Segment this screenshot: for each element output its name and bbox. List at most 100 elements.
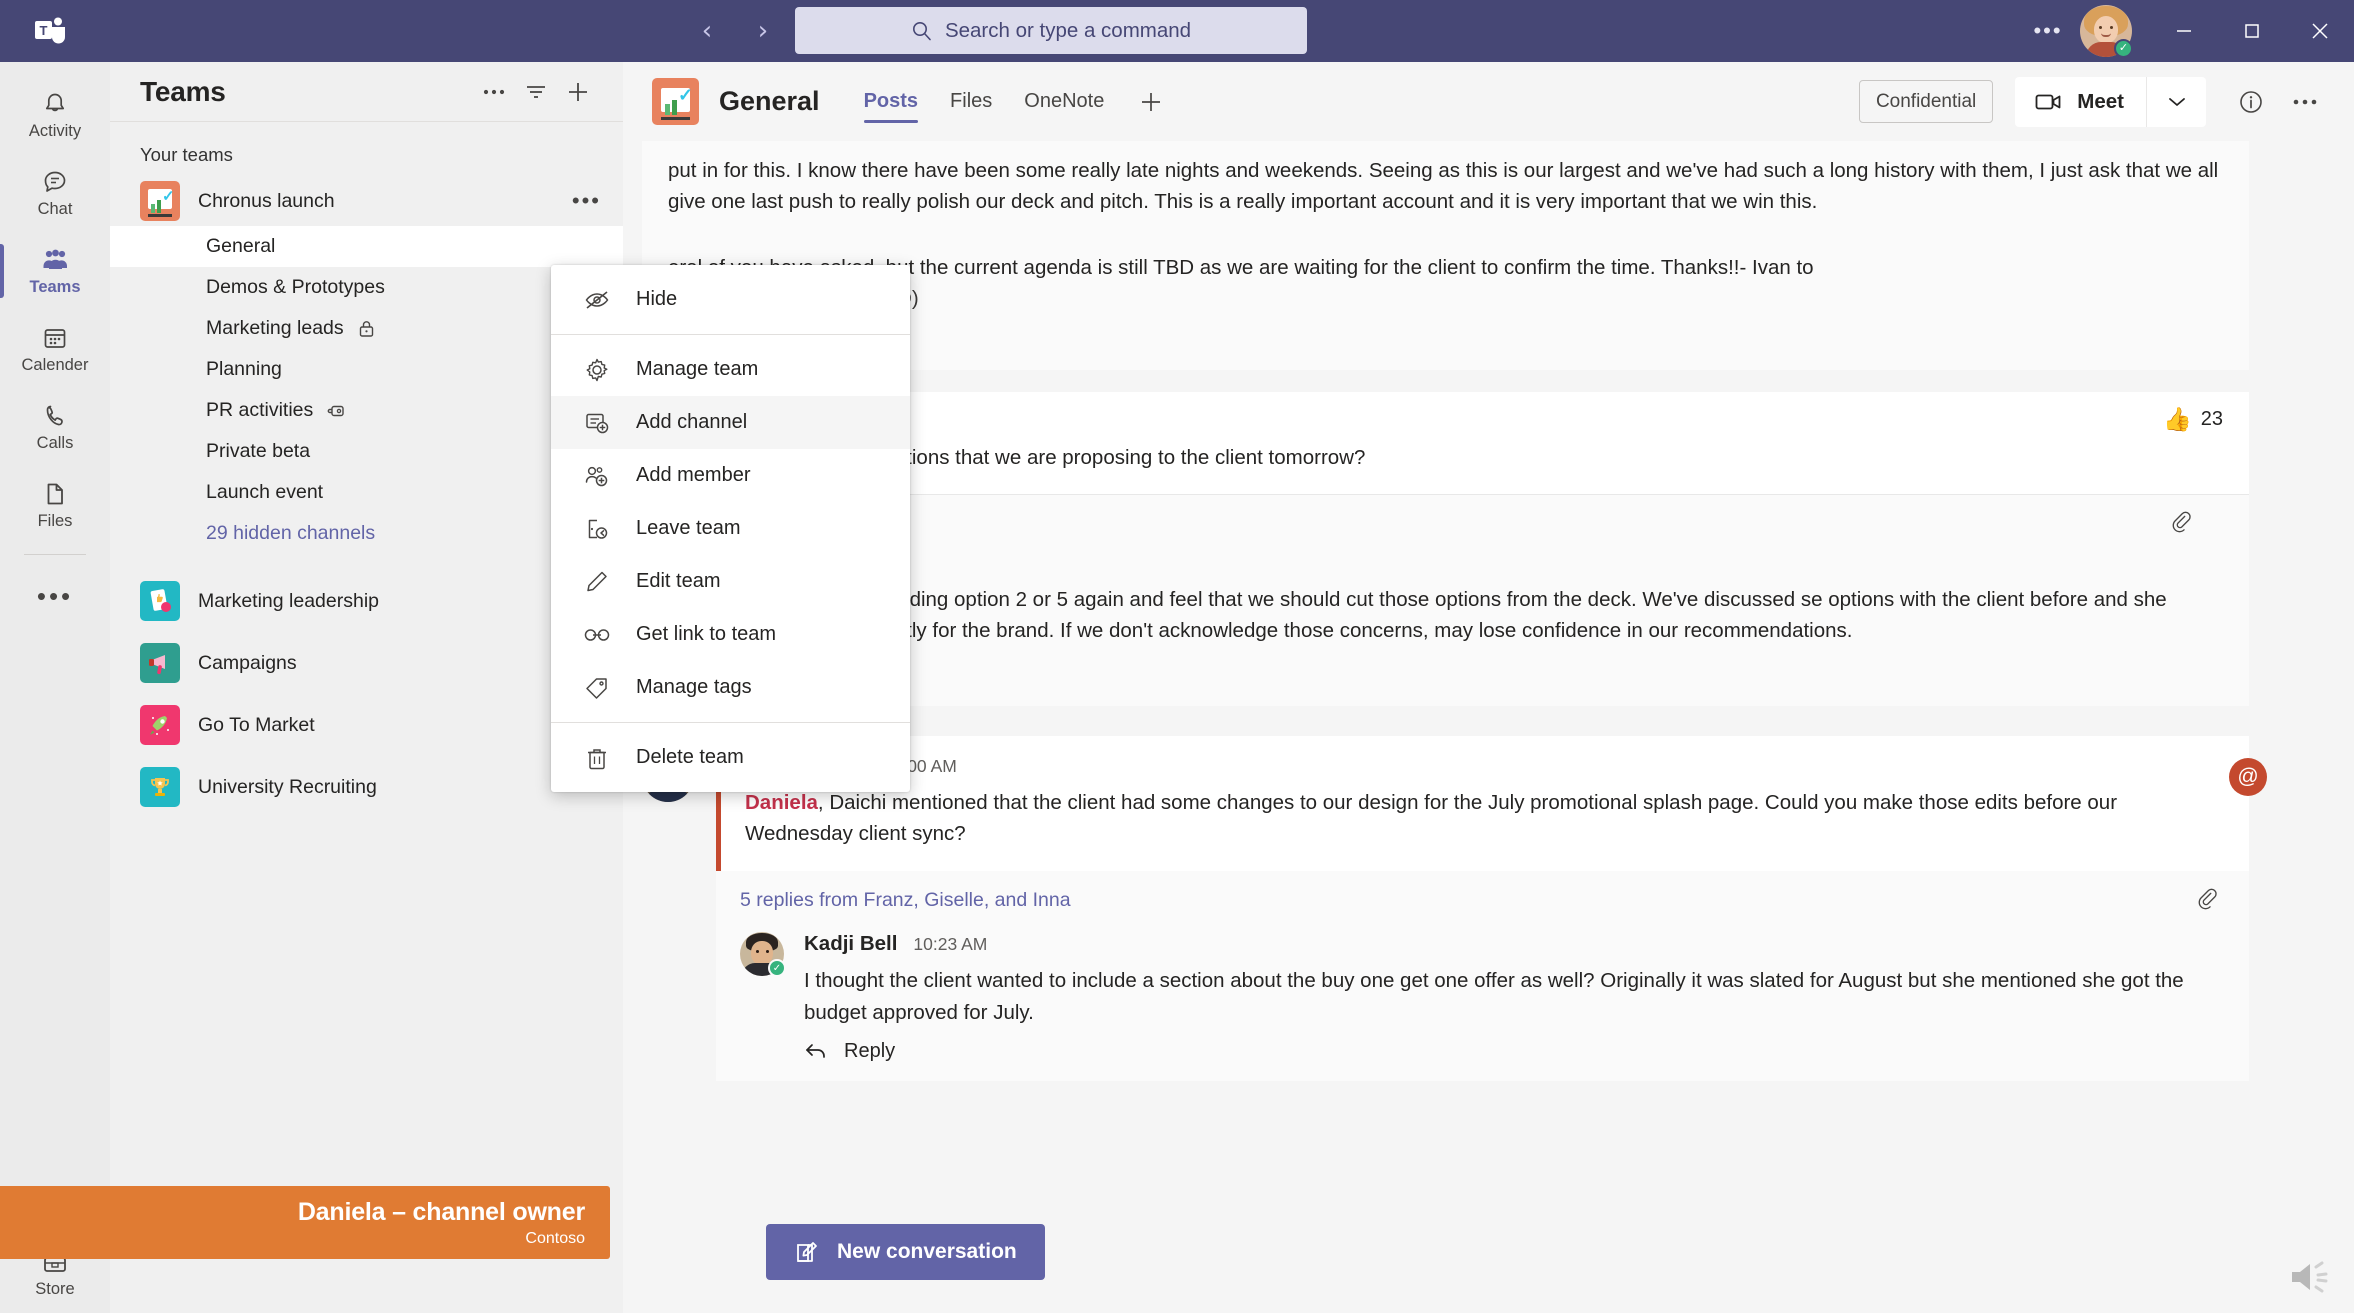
replies-summary-link[interactable]: 5 replies from Franz, Giselle, and Inna	[740, 889, 1071, 911]
context-menu-item-add-member[interactable]: Add member	[551, 449, 910, 502]
sidebar-channel-pr-activities[interactable]: PR activities	[110, 390, 623, 431]
reaction-count: 23	[2200, 408, 2223, 431]
your-teams-label: Your teams	[140, 144, 233, 165]
search-icon	[911, 20, 933, 42]
sidebar-channel-marketing-leads[interactable]: Marketing leads	[110, 308, 623, 349]
message-author: Kadji Bell	[804, 932, 898, 956]
context-menu-label: Hide	[636, 288, 678, 310]
rail-item-chat[interactable]: Chat	[0, 154, 110, 232]
mention-text[interactable]: Daniela	[745, 791, 818, 814]
filter-icon[interactable]	[515, 71, 557, 113]
context-menu-item-add-channel[interactable]: Add channel	[551, 396, 910, 449]
rail-label-files: Files	[37, 512, 73, 530]
reply-button[interactable]: Reply	[804, 1028, 2223, 1067]
message-body: I thought the client wanted to include a…	[804, 969, 2184, 1024]
channel-label: General	[206, 235, 276, 257]
context-menu-label: Add channel	[636, 411, 748, 433]
meet-label: Meet	[2077, 89, 2124, 113]
rail-label-activity: Activity	[28, 122, 82, 140]
channel-more-icon[interactable]	[2278, 75, 2332, 129]
sidebar-hidden-channels-link[interactable]: 29 hidden channels	[110, 513, 623, 554]
team-row-go-to-market[interactable]: Go To Market •••	[110, 700, 623, 750]
svg-text:T: T	[40, 23, 48, 38]
teams-more-icon[interactable]	[473, 71, 515, 113]
add-tab-icon[interactable]	[1120, 89, 1182, 115]
channel-label: Planning	[206, 358, 282, 380]
team-name: University Recruiting	[198, 775, 377, 798]
context-menu-item-leave-team[interactable]: Leave team	[551, 502, 910, 555]
sidebar-channel-launch-event[interactable]: Launch event	[110, 472, 623, 513]
channel-header: ✓ General Posts Files OneNote Confidenti…	[623, 62, 2354, 141]
rail-item-calendar[interactable]: Calender	[0, 310, 110, 388]
new-conversation-label: New conversation	[837, 1240, 1017, 1263]
tab-posts[interactable]: Posts	[848, 73, 934, 131]
titlebar-more-button[interactable]: •••	[2020, 0, 2076, 62]
rail-more-apps-button[interactable]: •••	[0, 565, 110, 627]
forward-button[interactable]: ›	[746, 14, 780, 48]
thumbs-up-icon: 👍	[2163, 406, 2192, 433]
team-name: Marketing leadership	[198, 589, 380, 612]
gear-icon	[584, 357, 610, 383]
team-row-marketing-leadership[interactable]: Marketing leadership	[110, 576, 623, 626]
rail-item-files[interactable]: Files	[0, 466, 110, 544]
minimize-button[interactable]	[2150, 0, 2218, 62]
context-menu-item-delete-team[interactable]: Delete team	[551, 731, 910, 784]
back-button[interactable]: ‹	[690, 14, 724, 48]
channel-header-actions: Confidential Meet	[1858, 75, 2332, 129]
context-menu-item-edit-team[interactable]: Edit team	[551, 555, 910, 608]
channel-label: Launch event	[206, 481, 324, 503]
context-menu-item-manage-team[interactable]: Manage team	[551, 343, 910, 396]
history-nav: ‹ ›	[690, 14, 780, 48]
context-menu-item-manage-tags[interactable]: Manage tags	[551, 661, 910, 714]
context-menu-item-hide[interactable]: Hide	[551, 273, 910, 326]
search-input[interactable]: Search or type a command	[795, 7, 1307, 54]
maximize-button[interactable]	[2218, 0, 2286, 62]
lock-icon	[358, 319, 375, 338]
team-more-icon[interactable]: •••	[572, 188, 601, 214]
presence-available-icon: ✓	[2114, 39, 2133, 58]
compose-icon	[794, 1239, 820, 1265]
link-icon	[584, 627, 610, 643]
rail-item-calls[interactable]: Calls	[0, 388, 110, 466]
channel-label: Private beta	[206, 440, 311, 462]
mention-badge: @	[2229, 757, 2267, 796]
paperclip-icon[interactable]	[2169, 510, 2193, 536]
meet-dropdown-chevron-down-icon[interactable]	[2146, 76, 2206, 127]
reply-label: Reply	[844, 1039, 896, 1062]
paperclip-icon[interactable]	[2195, 887, 2219, 913]
sidebar-channel-private-beta[interactable]: Private beta	[110, 431, 623, 472]
sidebar-channel-demos-prototypes[interactable]: Demos & Prototypes	[110, 267, 623, 308]
channel-team-icon: ✓	[652, 78, 699, 125]
tag-icon	[584, 676, 610, 700]
thumbs-up-phone-icon	[140, 581, 180, 621]
user-avatar[interactable]: ✓	[2080, 5, 2133, 58]
trash-icon	[584, 746, 610, 770]
reaction-thumbsup[interactable]: 👍 23	[2163, 406, 2223, 433]
window-controls: ••• ✓	[2020, 0, 2354, 62]
sidebar-channel-planning[interactable]: Planning	[110, 349, 623, 390]
rail-item-activity[interactable]: Activity	[0, 76, 110, 154]
add-channel-icon	[584, 411, 610, 435]
tab-files[interactable]: Files	[934, 73, 1008, 131]
chart-easel-icon: ✓	[140, 181, 180, 221]
context-menu-item-get-link[interactable]: Get link to team	[551, 608, 910, 661]
channel-tabs: Posts Files OneNote	[848, 73, 1183, 131]
context-menu-label: Add member	[636, 464, 751, 486]
rail-item-teams[interactable]: Teams	[0, 232, 110, 310]
team-row-campaigns[interactable]: Campaigns	[110, 638, 623, 688]
calendar-icon	[44, 329, 66, 348]
trophy-icon	[140, 767, 180, 807]
close-button[interactable]	[2286, 0, 2354, 62]
speaker-icon[interactable]	[2286, 1257, 2332, 1297]
add-team-icon[interactable]	[557, 71, 599, 113]
message-time: 10:23 AM	[913, 934, 988, 955]
sidebar-channel-general[interactable]: General	[110, 226, 623, 267]
meet-button[interactable]: Meet	[2015, 76, 2146, 127]
info-icon[interactable]	[2224, 75, 2278, 129]
sensitivity-label-badge[interactable]: Confidential	[1858, 80, 1994, 123]
context-menu-label: Leave team	[636, 517, 741, 539]
team-row-chronus-launch[interactable]: ✓ Chronus launch •••	[110, 176, 623, 226]
team-row-university-recruiting[interactable]: University Recruiting •••	[110, 762, 623, 812]
tab-onenote[interactable]: OneNote	[1008, 73, 1120, 131]
new-conversation-button[interactable]: New conversation	[766, 1224, 1045, 1280]
